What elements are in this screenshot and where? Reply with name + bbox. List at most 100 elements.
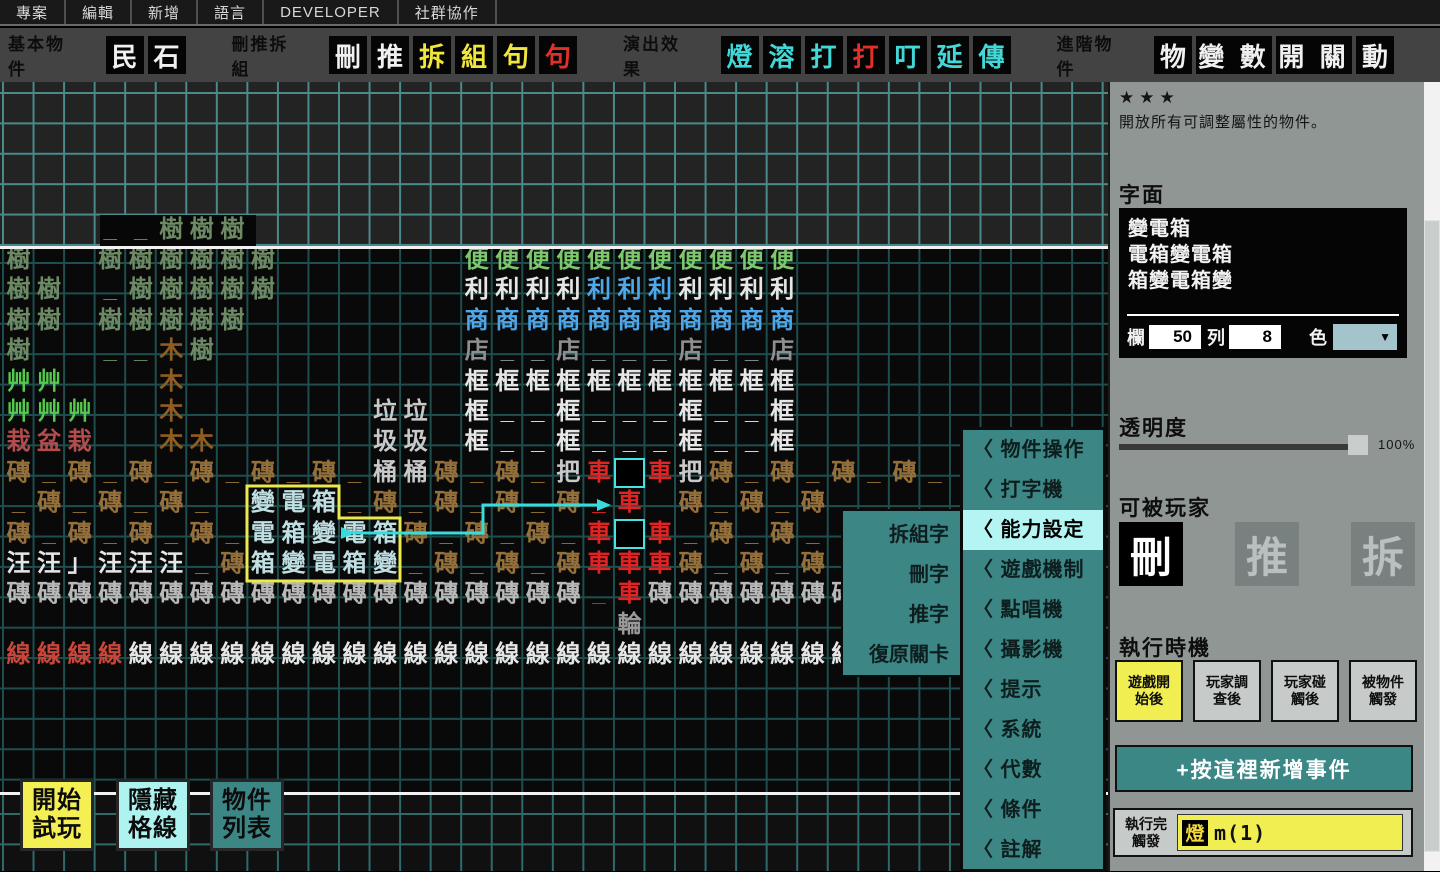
grid-cell[interactable]: 磚 — [431, 488, 462, 518]
grid-cell[interactable]: _ — [583, 336, 614, 366]
grid-cell[interactable]: 樹 — [34, 306, 65, 336]
grid-cell[interactable]: _ — [492, 519, 523, 549]
grid-cell[interactable]: 箱 — [339, 549, 370, 579]
grid-cell[interactable]: _ — [614, 397, 645, 427]
grid-cell[interactable]: 線 — [339, 640, 370, 670]
toolbar-button-拆[interactable]: 拆 — [413, 36, 451, 74]
grid-cell[interactable]: _ — [797, 458, 828, 488]
grid-cell[interactable]: _ — [431, 519, 462, 549]
grid-cell[interactable]: 箱 — [370, 519, 401, 549]
grid-cell[interactable]: 磚 — [675, 579, 706, 609]
menubar-item-新增[interactable]: 新增 — [132, 0, 198, 24]
level-canvas[interactable]: __樹樹樹樹樹樹樹樹樹樹便便便便便便便便便便便樹樹_樹樹樹樹樹利利利利利利利利利… — [0, 82, 1108, 871]
grid-cell[interactable]: 車 — [645, 549, 676, 579]
grid-cell[interactable]: 磚 — [645, 579, 676, 609]
columns-input[interactable] — [1149, 325, 1201, 349]
grid-cell[interactable]: 樹 — [95, 245, 126, 275]
hide-grid-button[interactable]: 隱藏 格線 — [116, 779, 190, 851]
grid-cell[interactable]: 便 — [583, 245, 614, 275]
grid-cell[interactable]: 桶 — [400, 458, 431, 488]
grid-cell[interactable]: _ — [186, 488, 217, 518]
grid-cell[interactable]: 磚 — [767, 458, 798, 488]
menu-item-代數[interactable]: 〈 代數 — [963, 750, 1103, 790]
grid-cell[interactable]: 把 — [553, 458, 584, 488]
grid-cell[interactable]: 磚 — [736, 579, 767, 609]
timing-button-4[interactable]: 被物件 觸發 — [1349, 660, 1417, 722]
grid-cell[interactable]: 商 — [553, 306, 584, 336]
grid-cell[interactable]: 便 — [492, 245, 523, 275]
grid-cell[interactable]: 磚 — [247, 579, 278, 609]
grid-cell[interactable]: 電 — [309, 549, 340, 579]
grid-cell[interactable]: 線 — [553, 640, 584, 670]
grid-cell[interactable]: 框 — [675, 367, 706, 397]
grid-cell[interactable]: 樹 — [125, 275, 156, 305]
grid-cell[interactable]: 」 — [64, 549, 95, 579]
grid-cell[interactable]: 線 — [583, 640, 614, 670]
grid-cell[interactable]: 框 — [553, 427, 584, 457]
grid-cell[interactable]: 磚 — [217, 579, 248, 609]
grid-cell[interactable]: 栽 — [64, 427, 95, 457]
grid-cell[interactable]: _ — [614, 336, 645, 366]
grid-cell[interactable]: 桶 — [370, 458, 401, 488]
grid-cell[interactable]: 利 — [767, 275, 798, 305]
grid-cell[interactable]: 栽 — [3, 427, 34, 457]
grid-cell[interactable]: _ — [583, 488, 614, 518]
grid-cell[interactable]: _ — [553, 519, 584, 549]
grid-cell[interactable]: 樹 — [186, 275, 217, 305]
grid-cell[interactable]: 輪 — [614, 610, 645, 640]
grid-cell[interactable]: _ — [614, 427, 645, 457]
grid-cell[interactable]: _ — [522, 336, 553, 366]
menubar-item-DEVELOPER[interactable]: DEVELOPER — [264, 0, 399, 24]
grid-cell[interactable]: _ — [95, 458, 126, 488]
grid-cell[interactable]: _ — [339, 488, 370, 518]
grid-cell[interactable]: 磚 — [3, 579, 34, 609]
grid-cell[interactable]: _ — [95, 215, 126, 245]
grid-cell[interactable]: 磚 — [461, 579, 492, 609]
grid-cell[interactable]: 線 — [400, 640, 431, 670]
grid-cell[interactable]: 垃 — [400, 397, 431, 427]
grid-cell[interactable]: 磚 — [431, 549, 462, 579]
grid-cell[interactable]: _ — [767, 549, 798, 579]
grid-cell[interactable]: 線 — [217, 640, 248, 670]
grid-cell[interactable]: 樹 — [247, 275, 278, 305]
grid-cell[interactable]: 汪 — [95, 549, 126, 579]
grid-cell[interactable]: 圾 — [400, 427, 431, 457]
grid-cell[interactable]: 變 — [278, 549, 309, 579]
grid-cell[interactable]: _ — [583, 427, 614, 457]
grid-cell[interactable]: 框 — [675, 397, 706, 427]
grid-cell[interactable]: 樹 — [125, 306, 156, 336]
grid-cell[interactable]: 便 — [614, 245, 645, 275]
grid-cell[interactable]: 店 — [675, 336, 706, 366]
grid-cell[interactable]: 木 — [156, 397, 187, 427]
grid-cell[interactable]: 框 — [767, 397, 798, 427]
grid-cell[interactable]: 利 — [492, 275, 523, 305]
grid-cell[interactable]: _ — [186, 549, 217, 579]
grid-cell[interactable]: _ — [522, 488, 553, 518]
grid-cell[interactable]: 線 — [370, 640, 401, 670]
grid-cell[interactable]: 框 — [675, 427, 706, 457]
grid-cell[interactable]: 商 — [614, 306, 645, 336]
grid-cell[interactable]: 樹 — [3, 275, 34, 305]
grid-cell[interactable]: _ — [3, 488, 34, 518]
grid-cell[interactable]: 便 — [553, 245, 584, 275]
grid-cell[interactable]: 汪 — [125, 549, 156, 579]
grid-cell[interactable]: _ — [706, 427, 737, 457]
grid-cell[interactable]: 線 — [431, 640, 462, 670]
grid-cell[interactable]: 商 — [522, 306, 553, 336]
grid-cell[interactable]: 車 — [614, 579, 645, 609]
grid-cell[interactable]: _ — [706, 488, 737, 518]
grid-cell[interactable]: 框 — [583, 367, 614, 397]
grid-cell[interactable]: 樹 — [217, 306, 248, 336]
grid-cell[interactable]: 樹 — [247, 245, 278, 275]
grid-cell[interactable]: 磚 — [706, 579, 737, 609]
grid-cell[interactable]: 框 — [767, 367, 798, 397]
grid-cell[interactable]: 線 — [64, 640, 95, 670]
start-playtest-button[interactable]: 開始 試玩 — [20, 779, 94, 851]
grid-cell[interactable]: 商 — [706, 306, 737, 336]
grid-cell[interactable]: 商 — [461, 306, 492, 336]
grid-cell[interactable]: 樹 — [217, 215, 248, 245]
grid-cell[interactable]: _ — [736, 397, 767, 427]
timing-button-2[interactable]: 玩家調 查後 — [1193, 660, 1261, 722]
grid-cell[interactable]: 框 — [461, 397, 492, 427]
grid-cell[interactable]: 樹 — [156, 215, 187, 245]
